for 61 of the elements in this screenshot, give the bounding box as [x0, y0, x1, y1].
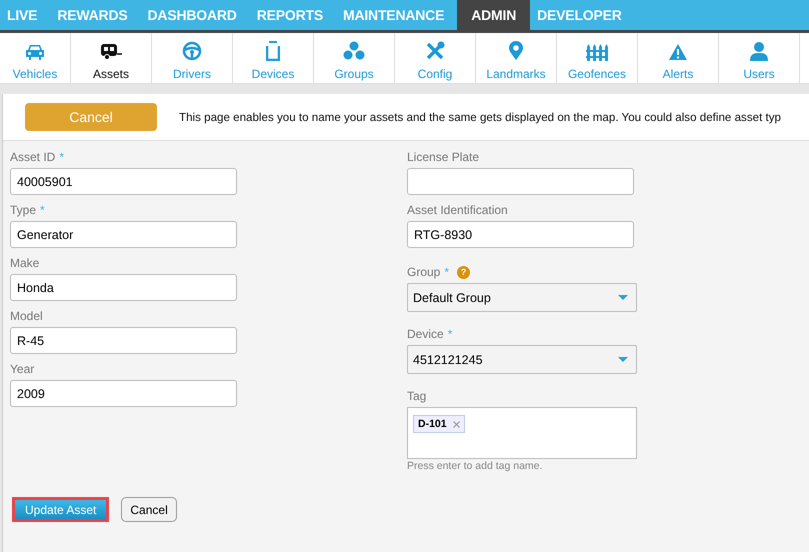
section-tab[interactable]: Vehicles [0, 33, 71, 83]
field-label: Make [10, 256, 40, 270]
cancel-button[interactable]: Cancel [25, 103, 157, 131]
required-mark: * [448, 327, 452, 341]
section-tab[interactable]: Config [395, 33, 476, 83]
caret-icon [618, 294, 628, 300]
steering-wheel-icon [182, 41, 202, 61]
warning-icon [668, 43, 688, 61]
top-menu-tab[interactable]: ADMIN [457, 0, 530, 30]
input-field[interactable]: 40005901 [10, 168, 237, 195]
input-field[interactable]: Honda [10, 274, 237, 301]
section-tab[interactable]: Groups [314, 33, 395, 83]
fence-icon [586, 43, 608, 61]
hint-text: Press enter to add tag name. [407, 460, 544, 472]
tag-chip: D-101 [413, 415, 465, 433]
field-label: License Plate [407, 150, 480, 164]
top-menu-tab[interactable]: REWARDS [50, 0, 140, 30]
required-mark: * [40, 203, 45, 217]
section-tab[interactable]: Alerts [638, 33, 719, 83]
input-field[interactable]: R-45 [10, 327, 237, 354]
cancel-button[interactable]: Cancel [121, 497, 177, 522]
tools-icon [425, 41, 445, 61]
close-icon[interactable] [452, 420, 460, 428]
help-icon[interactable]: ? [457, 266, 470, 278]
dropdown[interactable]: Default Group [407, 283, 637, 312]
section-tab[interactable]: Geofences [557, 33, 638, 83]
section-tab[interactable]: Assets [71, 33, 152, 83]
required-mark: * [444, 265, 450, 279]
top-menu-tab[interactable]: MAINTENANCE [336, 0, 458, 30]
update-asset-button[interactable]: Update Asset [12, 497, 110, 522]
field-label: Year [10, 362, 34, 376]
input-field[interactable]: Generator [10, 221, 237, 248]
top-menu-tab[interactable]: LIVE [0, 0, 50, 30]
section-tab[interactable]: Devices [233, 33, 314, 83]
top-menu-tab[interactable]: DEVELOPER [530, 0, 635, 30]
car-icon [24, 43, 46, 61]
section-tab[interactable]: Users [719, 33, 800, 83]
input-field[interactable] [407, 168, 634, 195]
trailer-icon [99, 43, 123, 61]
top-menu-tab[interactable]: DASHBOARD [140, 0, 250, 30]
required-mark: * [59, 150, 64, 164]
top-menu-tab[interactable]: REPORTS [250, 0, 336, 30]
section-tab[interactable]: Drivers [152, 33, 233, 83]
field-label: Type [10, 203, 36, 217]
device-icon [266, 41, 280, 61]
dropdown[interactable]: 4512121245 [407, 345, 637, 374]
field-label: Model [10, 309, 43, 323]
location-pin-icon [508, 41, 524, 61]
field-label: Group [407, 265, 440, 279]
field-label: Device [407, 327, 444, 341]
field-label: Tag [407, 389, 426, 403]
caret-icon [618, 356, 628, 362]
intro-text: This page enables you to name your assets and the same gets displayed on the map. You could also define asset typ [179, 110, 781, 124]
field-label: Asset ID [10, 150, 56, 164]
tag-field[interactable]: D-101 [407, 407, 637, 459]
groups-icon [343, 41, 365, 61]
section-tab[interactable]: Landmarks [476, 33, 557, 83]
field-label: Asset Identification [407, 203, 508, 217]
user-icon [749, 41, 769, 61]
input-field[interactable]: RTG-8930 [407, 221, 634, 248]
input-field[interactable]: 2009 [10, 380, 237, 407]
